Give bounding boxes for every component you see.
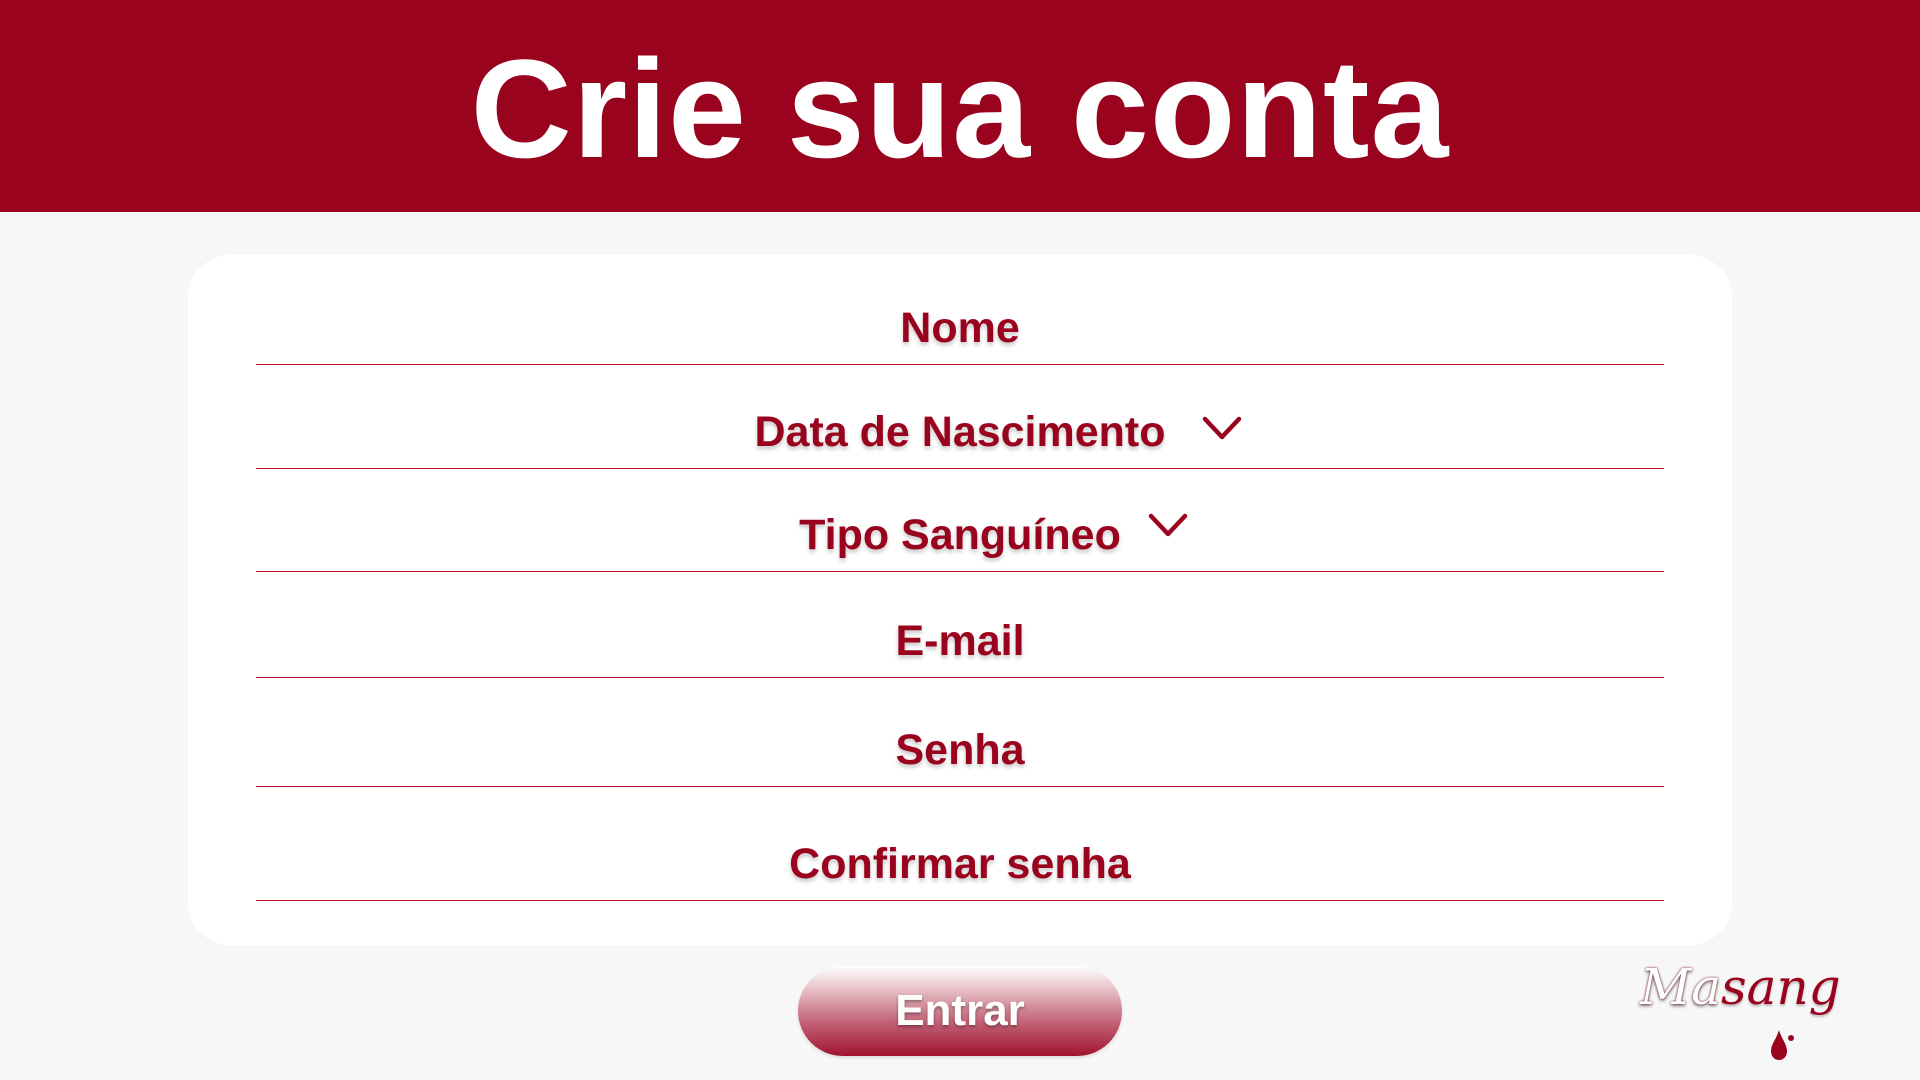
name-field[interactable]: Nome [256, 295, 1664, 365]
email-field-label: E-mail [895, 617, 1025, 665]
blood-type-select-label: Tipo Sanguíneo [799, 514, 1188, 571]
enter-button[interactable]: Entrar [798, 966, 1122, 1056]
password-field-label: Senha [895, 726, 1025, 774]
birth-date-select[interactable]: Data de Nascimento [256, 365, 1664, 469]
blood-drop-icon [1771, 1030, 1794, 1060]
page-title: Crie sua conta [470, 30, 1450, 187]
signup-form-card: Nome Data de Nascimento Tipo Sanguíneo E… [188, 255, 1732, 945]
confirm-password-field-label: Confirmar senha [789, 840, 1131, 888]
page-header: Crie sua conta [0, 0, 1920, 212]
email-field[interactable]: E-mail [256, 572, 1664, 678]
chevron-down-icon[interactable] [1202, 413, 1242, 443]
masang-logo: Masang [1636, 962, 1841, 1070]
password-field[interactable]: Senha [256, 678, 1664, 787]
birth-date-select-label: Data de Nascimento [754, 411, 1241, 468]
logo-text: Masang [1640, 958, 1841, 1016]
confirm-password-field[interactable]: Confirmar senha [256, 787, 1664, 901]
chevron-down-icon[interactable] [1148, 510, 1188, 540]
blood-type-select[interactable]: Tipo Sanguíneo [256, 469, 1664, 572]
enter-button-label: Entrar [895, 986, 1025, 1035]
name-field-label: Nome [900, 304, 1020, 352]
